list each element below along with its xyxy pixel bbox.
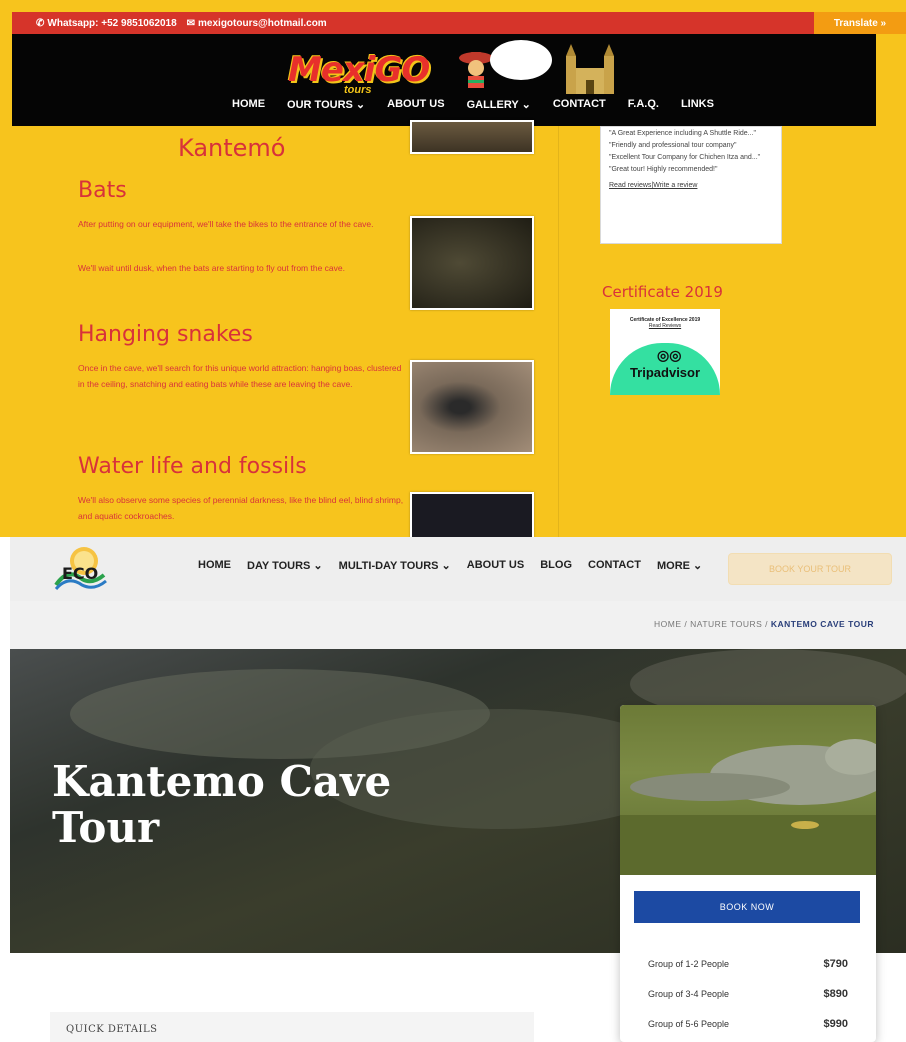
price-label: Group of 5-6 People xyxy=(648,1019,730,1029)
email-text: mexigotours@hotmail.com xyxy=(198,17,327,29)
mx-nav-links[interactable]: LINKS xyxy=(681,98,714,111)
price-label: Group of 1-2 People xyxy=(648,959,730,969)
bats-cave-photo[interactable] xyxy=(410,216,534,310)
price-label: Group of 3-4 People xyxy=(648,989,730,999)
booking-card: BOOK NOW Group of 1-2 People $790 Group … xyxy=(620,705,876,1042)
eco-nav-day-tours[interactable]: DAY TOURS ⌄ xyxy=(247,559,323,572)
crocodile-photo xyxy=(620,705,876,875)
book-tour-button[interactable]: BOOK YOUR TOUR xyxy=(728,553,892,585)
eco-nav-multi-day-tours[interactable]: MULTI-DAY TOURS ⌄ xyxy=(339,559,451,572)
price-row: Group of 3-4 People $890 xyxy=(648,979,848,1009)
price-list: Group of 1-2 People $790 Group of 3-4 Pe… xyxy=(648,949,848,1039)
mx-nav-faq[interactable]: F.A.Q. xyxy=(628,98,659,111)
price-row: Group of 1-2 People $790 xyxy=(648,949,848,979)
hero-title-line-1: Kantemo Cave xyxy=(52,757,392,806)
eco-page: ECO HOME DAY TOURS ⌄ MULTI-DAY TOURS ⌄ A… xyxy=(0,537,906,1042)
certificate-heading: Certificate 2019 xyxy=(602,283,723,301)
speech-bubble-icon xyxy=(490,40,552,80)
sidebar-divider xyxy=(558,126,559,540)
breadcrumb-separator: / xyxy=(765,619,769,629)
breadcrumb: HOME / NATURE TOURS / KANTEMO CAVE TOUR xyxy=(654,619,874,629)
whatsapp-text: Whatsapp: +52 9851062018 xyxy=(47,17,177,29)
read-reviews-link[interactable]: Read reviews|Write a review xyxy=(609,181,773,191)
mx-nav-our-tours[interactable]: OUR TOURS ⌄ xyxy=(287,98,365,111)
breadcrumb-home[interactable]: HOME xyxy=(654,619,682,629)
snakes-paragraph: Once in the cave, we'll search for this … xyxy=(78,363,402,389)
breadcrumb-current: KANTEMO CAVE TOUR xyxy=(770,619,874,629)
crocodile-illustration xyxy=(620,739,876,875)
cave-photo-top[interactable] xyxy=(410,120,534,154)
eco-nav-contact[interactable]: CONTACT xyxy=(588,559,641,572)
section-heading-bats: Bats xyxy=(78,178,127,203)
mail-icon: ✉ xyxy=(186,17,196,29)
mx-nav-home[interactable]: HOME xyxy=(232,98,265,111)
hero-title: Kantemo Cave Tour xyxy=(52,759,391,851)
review-item[interactable]: "A Great Experience including A Shuttle … xyxy=(609,129,773,139)
translate-button[interactable]: Translate » xyxy=(814,12,906,34)
review-item[interactable]: "Great tour! Highly recommended!" xyxy=(609,165,773,175)
page-title: Kantemó xyxy=(178,134,286,162)
mexigo-content: Kantemó Bats After putting on our equipm… xyxy=(60,120,550,540)
eco-nav-about[interactable]: ABOUT US xyxy=(467,559,524,572)
mexigo-logo[interactable]: MexiGO tours xyxy=(288,50,460,96)
cathedral-icon xyxy=(566,44,614,94)
email-link[interactable]: ✉ mexigotours@hotmail.com xyxy=(187,18,327,29)
reviews-widget: "A Great Experience including A Shuttle … xyxy=(600,126,782,244)
breadcrumb-bar: HOME / NATURE TOURS / KANTEMO CAVE TOUR xyxy=(10,601,906,649)
phone-icon: ✆ xyxy=(36,17,45,29)
mx-nav-gallery[interactable]: GALLERY ⌄ xyxy=(467,98,531,111)
mx-nav-about[interactable]: ABOUT US xyxy=(387,98,444,111)
tripadvisor-brand: Tripadvisor xyxy=(629,365,701,380)
eco-logo[interactable]: ECO xyxy=(52,545,108,593)
price-amount: $990 xyxy=(823,1018,848,1030)
review-item[interactable]: "Excellent Tour Company for Chichen Itza… xyxy=(609,153,773,163)
breadcrumb-nature-tours[interactable]: NATURE TOURS xyxy=(690,619,762,629)
book-now-button[interactable]: BOOK NOW xyxy=(634,891,860,923)
water-life-photo[interactable] xyxy=(410,492,534,540)
mexigo-page: ✆ Whatsapp: +52 9851062018 ✉ mexigotours@h… xyxy=(0,0,906,540)
tripadvisor-badge: ◎◎ Tripadvisor xyxy=(610,343,720,395)
mx-nav-contact[interactable]: CONTACT xyxy=(553,98,606,111)
logo-subtext: tours xyxy=(344,84,372,96)
section-heading-snakes: Hanging snakes xyxy=(78,322,253,347)
bats-paragraph-2: We'll wait until dusk, when the bats are… xyxy=(78,263,345,273)
mascot-icon xyxy=(459,52,493,88)
price-amount: $890 xyxy=(823,988,848,1000)
eco-header: ECO HOME DAY TOURS ⌄ MULTI-DAY TOURS ⌄ A… xyxy=(10,537,906,601)
section-heading-water-life: Water life and fossils xyxy=(78,454,307,479)
hero-title-line-2: Tour xyxy=(52,803,160,852)
water-life-paragraph: We'll also observe some species of peren… xyxy=(78,495,404,521)
review-item[interactable]: "Friendly and professional tour company" xyxy=(609,141,773,151)
tripadvisor-certificate[interactable]: Certificate of Excellence 2019 Read Revi… xyxy=(610,309,720,395)
tripadvisor-owl-icon: ◎◎ xyxy=(657,347,682,363)
price-amount: $790 xyxy=(823,958,848,970)
snake-photo[interactable] xyxy=(410,360,534,454)
svg-text:ECO: ECO xyxy=(62,564,98,583)
mexigo-nav: HOME OUR TOURS ⌄ ABOUT US GALLERY ⌄ CONT… xyxy=(12,98,876,111)
eco-nav-more[interactable]: MORE ⌄ xyxy=(657,559,702,572)
certificate-read-reviews[interactable]: Read Reviews xyxy=(610,323,720,329)
whatsapp-link[interactable]: ✆ Whatsapp: +52 9851062018 xyxy=(36,18,177,29)
bats-paragraph-1: After putting on our equipment, we'll ta… xyxy=(78,219,374,229)
quick-details-heading: QUICK DETAILS xyxy=(50,1012,534,1042)
mexigo-header: MexiGO tours HOME OUR TOURS ⌄ ABOUT US G… xyxy=(12,34,876,126)
mexigo-topbar: ✆ Whatsapp: +52 9851062018 ✉ mexigotours@h… xyxy=(12,12,906,34)
breadcrumb-separator: / xyxy=(684,619,688,629)
eco-nav-home[interactable]: HOME xyxy=(198,559,231,572)
price-row: Group of 5-6 People $990 xyxy=(648,1009,848,1039)
eco-nav-blog[interactable]: BLOG xyxy=(540,559,572,572)
eco-nav: HOME DAY TOURS ⌄ MULTI-DAY TOURS ⌄ ABOUT… xyxy=(198,559,702,572)
